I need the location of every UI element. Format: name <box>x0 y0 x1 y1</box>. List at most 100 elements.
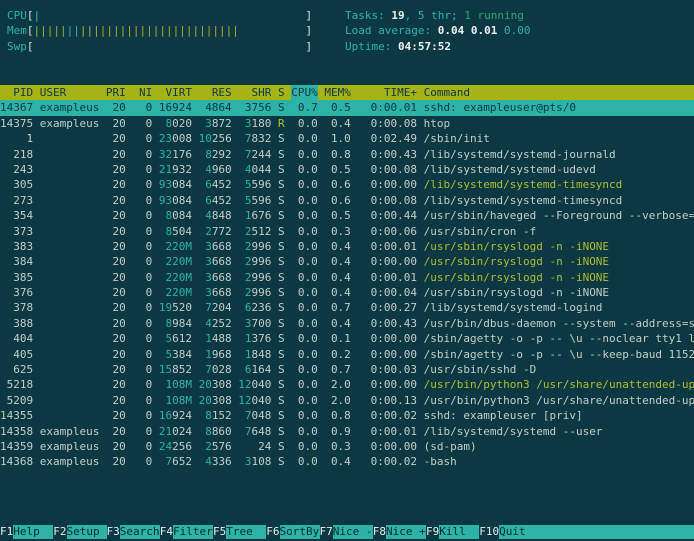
process-row[interactable]: 2432002193249604044S0.00.50:00.08/lib/sy… <box>0 162 694 177</box>
process-row[interactable]: 6252001585270286164S0.00.70:00.03/usr/sb… <box>0 362 694 377</box>
fkey-f10[interactable]: F10Quit <box>479 525 539 539</box>
mem-value-head: 7 <box>245 148 252 161</box>
column-header-s[interactable]: S <box>278 85 285 100</box>
cell-command: /lib/systemd/systemd-logind <box>424 300 694 315</box>
process-row[interactable]: 388200898442523700S0.00.40:00.43/usr/bin… <box>0 316 694 331</box>
process-row[interactable]: 2182003217682927244S0.00.80:00.43/lib/sy… <box>0 147 694 162</box>
process-row[interactable]: 14367exampleus2001692448643756S0.70.50:0… <box>0 100 694 115</box>
fkey-f1[interactable]: F1Help <box>0 525 53 539</box>
uptime-line-part: 04:57:52 <box>398 40 451 53</box>
cell-user <box>40 131 100 146</box>
fkey-f2[interactable]: F2Setup <box>53 525 106 539</box>
mem-value-head: 3 <box>245 317 252 330</box>
cell-cpu: 0.0 <box>291 408 317 423</box>
mem-value-tail: 044 <box>252 163 272 176</box>
cell-user <box>40 362 100 377</box>
column-header-pid[interactable]: PID <box>0 85 33 100</box>
column-header-mem[interactable]: MEM% <box>324 85 350 100</box>
fkey-f5[interactable]: F5Tree <box>213 525 266 539</box>
process-row[interactable]: 14359exampleus20024256257624S0.00.30:00.… <box>0 439 694 454</box>
fkey-f6[interactable]: F6SortBy <box>266 525 319 539</box>
process-row[interactable]: 14375exampleus200802038723180R0.00.40:00… <box>0 116 694 131</box>
fkey-f7[interactable]: F7Nice - <box>320 525 373 539</box>
cell-s: S <box>278 224 285 239</box>
process-row[interactable]: 384200220M36682996S0.00.40:00.00/usr/sbi… <box>0 254 694 269</box>
cell-virt: 93084 <box>159 177 192 192</box>
cell-shr: 1376 <box>238 331 271 346</box>
mem-value-tail: 164 <box>252 363 272 376</box>
cell-res: 6452 <box>199 193 232 208</box>
process-row[interactable]: 383200220M36682996S0.00.40:00.01/usr/sbi… <box>0 239 694 254</box>
column-header-time[interactable]: TIME+ <box>357 85 417 100</box>
process-row[interactable]: 376200220M36682996S0.00.40:00.04/usr/sbi… <box>0 285 694 300</box>
process-row[interactable]: 2732009308464525596S0.00.60:00.08/lib/sy… <box>0 193 694 208</box>
mem-value-mb: 220M <box>165 255 192 268</box>
cell-mem: 0.8 <box>324 408 350 423</box>
cell-ni: 0 <box>132 362 152 377</box>
cell-pid: 243 <box>0 162 33 177</box>
column-header-shr[interactable]: SHR <box>238 85 271 100</box>
mem-value-head: 6 <box>205 178 212 191</box>
cell-user <box>40 254 100 269</box>
cell-command: /usr/sbin/rsyslogd -n -iNONE <box>424 285 694 300</box>
column-header-command[interactable]: Command <box>424 85 694 100</box>
process-row[interactable]: 143552001692481527048S0.00.80:00.02sshd:… <box>0 408 694 423</box>
cell-shr: 1848 <box>238 347 271 362</box>
mem-value-head: 1 <box>245 348 252 361</box>
process-row[interactable]: 14368exampleus200765243363108S0.00.40:00… <box>0 454 694 469</box>
cell-pri: 20 <box>106 393 126 408</box>
mem-value-head: 6 <box>245 363 252 376</box>
process-row[interactable]: 405200538419681848S0.00.20:00.00/sbin/ag… <box>0 347 694 362</box>
column-header-user[interactable]: USER <box>40 85 100 100</box>
process-row[interactable]: 5209200108M2030812040S0.02.00:00.13/usr/… <box>0 393 694 408</box>
fkey-f8[interactable]: F8Nice + <box>373 525 426 539</box>
fkey-f3[interactable]: F3Search <box>107 525 160 539</box>
fkey-f4[interactable]: F4Filter <box>160 525 213 539</box>
cell-mem: 0.4 <box>324 316 350 331</box>
cell-shr: 12040 <box>238 393 271 408</box>
mem-value-tail: 968 <box>212 348 232 361</box>
tasks-line-part: ; <box>451 9 464 22</box>
process-row[interactable]: 3782001952072046236S0.00.70:00.27/lib/sy… <box>0 300 694 315</box>
process-row[interactable]: 373200850427722512S0.00.30:00.06/usr/sbi… <box>0 224 694 239</box>
cell-command: /usr/bin/python3 /usr/share/unattended-u… <box>424 377 694 392</box>
cell-virt: 220M <box>159 285 192 300</box>
process-row[interactable]: 5218200108M2030812040S0.02.00:00.00/usr/… <box>0 377 694 392</box>
mem-value-head: 2 <box>245 271 252 284</box>
cell-virt: 16924 <box>159 100 192 115</box>
cell-ni: 0 <box>132 147 152 162</box>
fkey-bar-fill <box>539 525 694 539</box>
cell-mem: 0.7 <box>324 300 350 315</box>
mem-value-head: 5 <box>245 194 252 207</box>
cell-command: /usr/sbin/cron -f <box>424 224 694 239</box>
cell-time: 0:00.00 <box>357 377 417 392</box>
process-row[interactable]: 14358exampleus2002102488607648S0.00.90:0… <box>0 424 694 439</box>
cell-res: 6452 <box>199 177 232 192</box>
column-header-res[interactable]: RES <box>199 85 232 100</box>
fkey-label: Filter <box>173 525 213 539</box>
cell-pri: 20 <box>106 116 126 131</box>
mem-value-tail: 292 <box>212 148 232 161</box>
column-header-pri[interactable]: PRI <box>106 85 126 100</box>
fkey-number: F2 <box>53 525 66 539</box>
process-row[interactable]: 385200220M36682996S0.00.40:00.01/usr/sbi… <box>0 270 694 285</box>
cell-command: -bash <box>424 454 694 469</box>
cell-mem: 0.8 <box>324 147 350 162</box>
mem-value-tail: 504 <box>172 225 192 238</box>
cell-user <box>40 408 100 423</box>
column-header-virt[interactable]: VIRT <box>159 85 192 100</box>
column-header-cpu[interactable]: CPU% <box>291 85 317 100</box>
cell-res: 20308 <box>199 377 232 392</box>
mem-value-head: 8 <box>205 148 212 161</box>
process-row[interactable]: 354200808448481676S0.00.50:00.44/usr/sbi… <box>0 208 694 223</box>
cell-pri: 20 <box>106 285 126 300</box>
cell-s: S <box>278 131 285 146</box>
mem-value-head: 7 <box>245 425 252 438</box>
process-row[interactable]: 404200561214881376S0.00.10:00.00/sbin/ag… <box>0 331 694 346</box>
process-row[interactable]: 3052009308464525596S0.00.60:00.00/lib/sy… <box>0 177 694 192</box>
column-header-ni[interactable]: NI <box>132 85 152 100</box>
cell-mem: 0.2 <box>324 347 350 362</box>
cell-ni: 0 <box>132 300 152 315</box>
process-row[interactable]: 120023008102567832S0.01.00:02.49/sbin/in… <box>0 131 694 146</box>
fkey-f9[interactable]: F9Kill <box>426 525 479 539</box>
